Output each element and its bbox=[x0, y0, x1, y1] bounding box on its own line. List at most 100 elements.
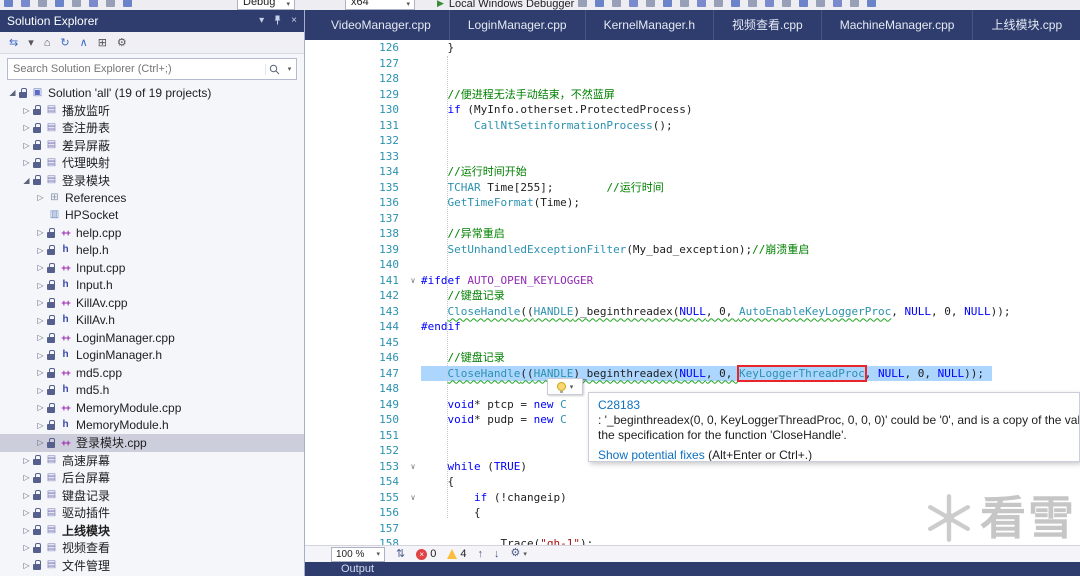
output-tab[interactable]: Output bbox=[341, 563, 374, 575]
home-icon[interactable]: ⌂ bbox=[44, 37, 51, 49]
code-line-143[interactable]: 143 CloseHandle((HANDLE)_beginthreadex(N… bbox=[305, 304, 1080, 320]
fix-tools-icon[interactable]: ⚙ ▾ bbox=[510, 547, 526, 561]
expand-arrow-icon[interactable]: ▷ bbox=[20, 491, 33, 500]
breakpoint-margin[interactable] bbox=[305, 505, 319, 521]
tree-item[interactable]: ▷ ▤ 查注册表 bbox=[0, 119, 304, 137]
code-line-142[interactable]: 142 //键盘记录 bbox=[305, 288, 1080, 304]
collapse-arrow-icon[interactable]: ◢ bbox=[6, 88, 19, 97]
toolbar-icon[interactable] bbox=[731, 0, 740, 7]
collapse-arrow-icon[interactable]: ◢ bbox=[20, 176, 33, 185]
refresh-icon[interactable]: ↻ bbox=[60, 37, 69, 49]
tree-item[interactable]: ▷ ▤ 上线模块 bbox=[0, 522, 304, 540]
code-line-132[interactable]: 132 bbox=[305, 133, 1080, 149]
tree-item[interactable]: ▷ h MemoryModule.h bbox=[0, 417, 304, 435]
toolbar-icon[interactable] bbox=[697, 0, 706, 7]
tree-item[interactable]: ▷ h help.h bbox=[0, 242, 304, 260]
code-line-130[interactable]: 130 if (MyInfo.otherset.ProtectedProcess… bbox=[305, 102, 1080, 118]
pin-icon[interactable] bbox=[273, 15, 282, 28]
fold-marker-icon[interactable]: ∨ bbox=[405, 490, 421, 506]
tree-item[interactable]: ▷ ++ KillAv.cpp bbox=[0, 294, 304, 312]
tree-item[interactable]: ▷ ▤ 键盘记录 bbox=[0, 487, 304, 505]
breakpoint-margin[interactable] bbox=[305, 133, 319, 149]
expand-arrow-icon[interactable]: ▷ bbox=[20, 561, 33, 570]
toolbar-icon[interactable] bbox=[714, 0, 723, 7]
toolbar-icon[interactable] bbox=[663, 0, 672, 7]
code-line-128[interactable]: 128 bbox=[305, 71, 1080, 87]
breakpoint-margin[interactable] bbox=[305, 319, 319, 335]
toolbar-icon[interactable] bbox=[55, 0, 64, 7]
breakpoint-margin[interactable] bbox=[305, 288, 319, 304]
prev-issue-icon[interactable]: ↑ bbox=[477, 548, 483, 561]
toolbar-icon[interactable] bbox=[612, 0, 621, 7]
breakpoint-margin[interactable] bbox=[305, 335, 319, 351]
expand-arrow-icon[interactable]: ▷ bbox=[34, 281, 47, 290]
expand-arrow-icon[interactable]: ▷ bbox=[20, 106, 33, 115]
code-line-126[interactable]: 126 } bbox=[305, 40, 1080, 56]
tree-item[interactable]: ▷ h KillAv.h bbox=[0, 312, 304, 330]
breakpoint-margin[interactable] bbox=[305, 366, 319, 382]
code-line-133[interactable]: 133 bbox=[305, 149, 1080, 165]
tree-item[interactable]: ▷ h LoginManager.h bbox=[0, 347, 304, 365]
breakpoint-margin[interactable] bbox=[305, 40, 319, 56]
breakpoint-margin[interactable] bbox=[305, 273, 319, 289]
breakpoint-margin[interactable] bbox=[305, 412, 319, 428]
tree-item[interactable]: ▷ ▤ 驱动插件 bbox=[0, 504, 304, 522]
breakpoint-margin[interactable] bbox=[305, 195, 319, 211]
code-line-140[interactable]: 140 bbox=[305, 257, 1080, 273]
breakpoint-margin[interactable] bbox=[305, 350, 319, 366]
toolbar-icon[interactable] bbox=[89, 0, 98, 7]
tree-item[interactable]: ▷ ++ help.cpp bbox=[0, 224, 304, 242]
tab-上线模块.cpp[interactable]: 上线模块.cpp bbox=[973, 10, 1080, 40]
toolbar-icon[interactable] bbox=[578, 0, 587, 7]
breakpoint-margin[interactable] bbox=[305, 56, 319, 72]
expand-arrow-icon[interactable]: ▷ bbox=[20, 526, 33, 535]
toolbar-icon[interactable] bbox=[629, 0, 638, 7]
show-all-files-icon[interactable]: ⊞ bbox=[98, 37, 107, 49]
code-line-147[interactable]: 147 CloseHandle((HANDLE)_beginthreadex(N… bbox=[305, 364, 1080, 382]
code-line-134[interactable]: 134 //运行时间开始 bbox=[305, 164, 1080, 180]
tree-item[interactable]: ▥ HPSocket bbox=[0, 207, 304, 225]
breakpoint-margin[interactable] bbox=[305, 71, 319, 87]
expand-arrow-icon[interactable]: ▷ bbox=[34, 298, 47, 307]
expand-arrow-icon[interactable]: ▷ bbox=[34, 263, 47, 272]
expand-arrow-icon[interactable]: ▷ bbox=[20, 456, 33, 465]
breakpoint-margin[interactable] bbox=[305, 521, 319, 537]
code-line-145[interactable]: 145 bbox=[305, 335, 1080, 351]
expand-arrow-icon[interactable]: ▷ bbox=[34, 246, 47, 255]
breakpoint-margin[interactable] bbox=[305, 490, 319, 506]
switch-views-icon[interactable]: ⇆ bbox=[9, 37, 18, 49]
window-position-icon[interactable]: ▾ bbox=[259, 16, 264, 26]
tree-item[interactable]: ▷ h Input.h bbox=[0, 277, 304, 295]
expand-arrow-icon[interactable]: ▷ bbox=[20, 508, 33, 517]
tree-item[interactable]: ◢ ▤ 登录模块 bbox=[0, 172, 304, 190]
tab-VideoManager.cpp[interactable]: VideoManager.cpp bbox=[313, 10, 450, 40]
toolbar-icon[interactable] bbox=[680, 0, 689, 7]
toolbar-icon[interactable] bbox=[646, 0, 655, 7]
tree-item[interactable]: ▷ ▤ 代理映射 bbox=[0, 154, 304, 172]
fold-marker-icon[interactable]: ∨ bbox=[405, 459, 421, 475]
breakpoint-margin[interactable] bbox=[305, 226, 319, 242]
search-icon[interactable] bbox=[265, 63, 283, 75]
tree-item[interactable]: ▷ ▤ 文件管理 bbox=[0, 557, 304, 575]
expand-arrow-icon[interactable]: ▷ bbox=[34, 333, 47, 342]
tree-item[interactable]: ▷ ++ Input.cpp bbox=[0, 259, 304, 277]
breakpoint-margin[interactable] bbox=[305, 459, 319, 475]
expand-arrow-icon[interactable]: ▷ bbox=[34, 438, 47, 447]
show-potential-fixes-link[interactable]: Show potential fixes bbox=[598, 448, 705, 461]
tree-item[interactable]: ▷ ++ md5.cpp bbox=[0, 364, 304, 382]
toolbar-icon[interactable] bbox=[21, 0, 30, 7]
toolbar-icon[interactable] bbox=[833, 0, 842, 7]
code-line-129[interactable]: 129 //便进程无法手动结束，不然蓝屏 bbox=[305, 87, 1080, 103]
tab-视频查看.cpp[interactable]: 视频查看.cpp bbox=[714, 10, 822, 40]
toolbar-icon[interactable] bbox=[782, 0, 791, 7]
toolbar-icon[interactable] bbox=[123, 0, 132, 7]
solution-configurations-dropdown[interactable]: Debug ▾ bbox=[237, 0, 295, 10]
toolbar-icon[interactable] bbox=[850, 0, 859, 7]
toolbar-icon[interactable] bbox=[748, 0, 757, 7]
tree-item[interactable]: ▷ ▤ 播放监听 bbox=[0, 102, 304, 120]
toolbar-icon[interactable] bbox=[106, 0, 115, 7]
breakpoint-margin[interactable] bbox=[305, 102, 319, 118]
close-icon[interactable]: × bbox=[291, 16, 297, 26]
tree-item[interactable]: ▷ ++ 登录模块.cpp bbox=[0, 434, 304, 452]
breakpoint-margin[interactable] bbox=[305, 304, 319, 320]
